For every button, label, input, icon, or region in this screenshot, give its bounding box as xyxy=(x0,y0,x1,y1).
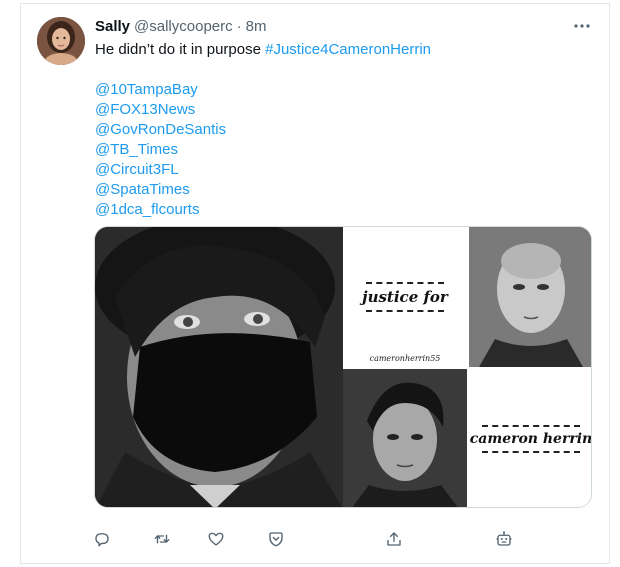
mention-link[interactable]: @GovRonDeSantis xyxy=(95,120,595,140)
retweet-button[interactable] xyxy=(150,527,174,551)
mentions-list: @10TampaBay @FOX13News @GovRonDeSantis @… xyxy=(95,80,595,220)
media-photo-masked-portrait[interactable] xyxy=(95,227,343,507)
mugshot-illustration xyxy=(469,227,591,367)
more-options-button[interactable] xyxy=(569,16,595,36)
tweet-actions-bar xyxy=(94,527,554,551)
dashed-divider xyxy=(482,425,580,427)
share-button[interactable] xyxy=(382,527,406,551)
tweet-timestamp[interactable]: 8m xyxy=(246,18,267,35)
avatar[interactable] xyxy=(37,17,85,65)
tweet-body: He didn’t do it in purpose #Justice4Came… xyxy=(95,40,595,220)
dashed-divider xyxy=(366,310,444,312)
reply-button[interactable] xyxy=(90,527,114,551)
tweet-card[interactable]: Sally @sallycooperc · 8m He didn’t do it… xyxy=(20,3,610,564)
collage-justice-for-card: justice for cameronherrin55 xyxy=(343,227,467,367)
masked-portrait-illustration xyxy=(95,227,343,507)
heart-icon xyxy=(208,532,224,546)
reply-icon xyxy=(95,533,109,547)
bot-button[interactable] xyxy=(492,527,516,551)
more-dots-icon xyxy=(574,24,590,28)
collage-photo-portrait xyxy=(343,369,467,507)
tweet-first-line: He didn’t do it in purpose #Justice4Came… xyxy=(95,40,595,60)
mention-link[interactable]: @1dca_flcourts xyxy=(95,200,595,220)
collage-photo-mugshot xyxy=(469,227,591,367)
like-button[interactable] xyxy=(204,527,228,551)
collage-name-card: cameron herrin xyxy=(469,369,592,507)
tweet-media[interactable]: justice for cameronherrin55 cameron herr… xyxy=(94,226,592,508)
author-handle[interactable]: @sallycooperc xyxy=(134,18,233,35)
dashed-divider xyxy=(366,282,444,284)
portrait-illustration xyxy=(343,369,467,507)
share-icon xyxy=(387,532,401,546)
avatar-portrait xyxy=(37,17,85,65)
retweet-icon xyxy=(154,534,170,544)
mention-link[interactable]: @SpataTimes xyxy=(95,180,595,200)
justice-for-label: justice for xyxy=(362,288,448,306)
mention-link[interactable]: @FOX13News xyxy=(95,100,595,120)
mention-link[interactable]: @Circuit3FL xyxy=(95,160,595,180)
mention-link[interactable]: @10TampaBay xyxy=(95,80,595,100)
media-collage[interactable]: justice for cameronherrin55 cameron herr… xyxy=(343,227,591,507)
tweet-header: Sally @sallycooperc · 8m xyxy=(95,18,266,38)
header-separator: · xyxy=(236,18,242,35)
mention-link[interactable]: @TB_Times xyxy=(95,140,595,160)
hashtag-link[interactable]: #Justice4CameronHerrin xyxy=(265,41,431,58)
robot-icon xyxy=(496,531,512,546)
author-display-name[interactable]: Sally xyxy=(95,18,130,35)
name-label: cameron herrin xyxy=(469,431,592,447)
collage-handle-label: cameronherrin55 xyxy=(369,354,441,363)
hide-reply-button[interactable] xyxy=(264,527,288,551)
dashed-divider xyxy=(482,451,580,453)
tweet-text-prefix: He didn’t do it in purpose xyxy=(95,41,266,58)
shield-icon xyxy=(269,532,283,547)
